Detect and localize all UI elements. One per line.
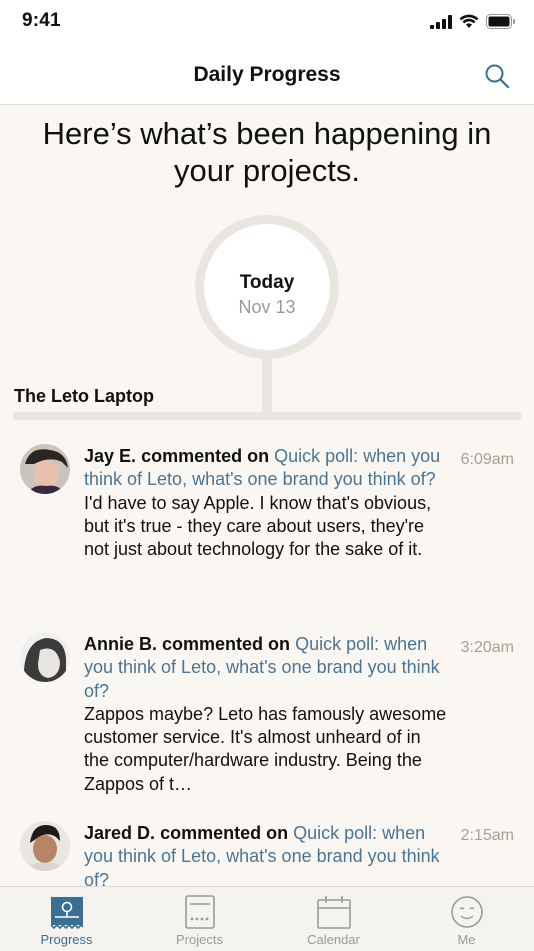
- progress-icon: [49, 897, 84, 930]
- projects-icon: [184, 895, 215, 929]
- feed-entry: Annie B. commented on Quick poll: when y…: [84, 633, 449, 796]
- status-bar: 9:41: [0, 0, 534, 46]
- tab-me[interactable]: Me: [400, 887, 533, 951]
- nav-bar: Daily Progress: [0, 46, 534, 105]
- avatar-image: [20, 444, 70, 494]
- avatar-image: [20, 821, 70, 871]
- wifi-icon: [459, 14, 479, 28]
- comment-body: I'd have to say Apple. I know that's obv…: [84, 492, 432, 560]
- avatar: [20, 632, 70, 682]
- comment-time: 2:15am: [460, 827, 514, 844]
- comment-author[interactable]: Annie B.: [84, 634, 157, 654]
- timeline-divider: [13, 412, 521, 420]
- comment-time: 6:09am: [460, 451, 514, 468]
- comment-verb: commented on: [162, 634, 291, 654]
- status-icons: [430, 14, 516, 29]
- calendar-icon: [316, 896, 351, 929]
- avatar: [20, 444, 70, 494]
- comment-verb: commented on: [141, 446, 270, 466]
- comment-body: Zappos maybe? Leto has famously awesome …: [84, 703, 447, 794]
- search-icon: [485, 64, 510, 89]
- headline: Here’s what’s been happening in your pro…: [42, 116, 492, 188]
- me-icon: [450, 896, 483, 928]
- avatar: [20, 821, 70, 871]
- tab-calendar[interactable]: Calendar: [267, 887, 400, 951]
- avatar-image: [20, 632, 70, 682]
- tab-projects[interactable]: Projects: [133, 887, 266, 951]
- search-button[interactable]: [484, 63, 510, 89]
- feed-entry: Jared D. commented on Quick poll: when y…: [84, 822, 449, 892]
- date-today-label: Today: [239, 272, 295, 293]
- tab-bar: Progress Projects Calendar Me: [0, 886, 534, 951]
- comment-author[interactable]: Jared D.: [84, 823, 155, 843]
- tab-label: Progress: [40, 932, 93, 947]
- tab-label: Calendar: [307, 932, 360, 947]
- comment-time: 3:20am: [460, 639, 514, 656]
- timeline-stem: [262, 356, 272, 412]
- battery-icon: [486, 14, 515, 29]
- feed-entry: Jay E. commented on Quick poll: when you…: [84, 445, 449, 561]
- date-label: Nov 13: [238, 297, 296, 317]
- comment-author[interactable]: Jay E.: [84, 446, 136, 466]
- project-name[interactable]: The Leto Laptop: [14, 386, 154, 407]
- page-title: Daily Progress: [193, 63, 341, 86]
- status-time: 9:41: [22, 10, 61, 31]
- comment-verb: commented on: [160, 823, 289, 843]
- tab-label: Me: [457, 932, 476, 947]
- date-marker: Today Nov 13: [195, 215, 339, 359]
- signal-icon: [430, 14, 452, 29]
- tab-label: Projects: [176, 932, 223, 947]
- tab-progress[interactable]: Progress: [0, 887, 133, 951]
